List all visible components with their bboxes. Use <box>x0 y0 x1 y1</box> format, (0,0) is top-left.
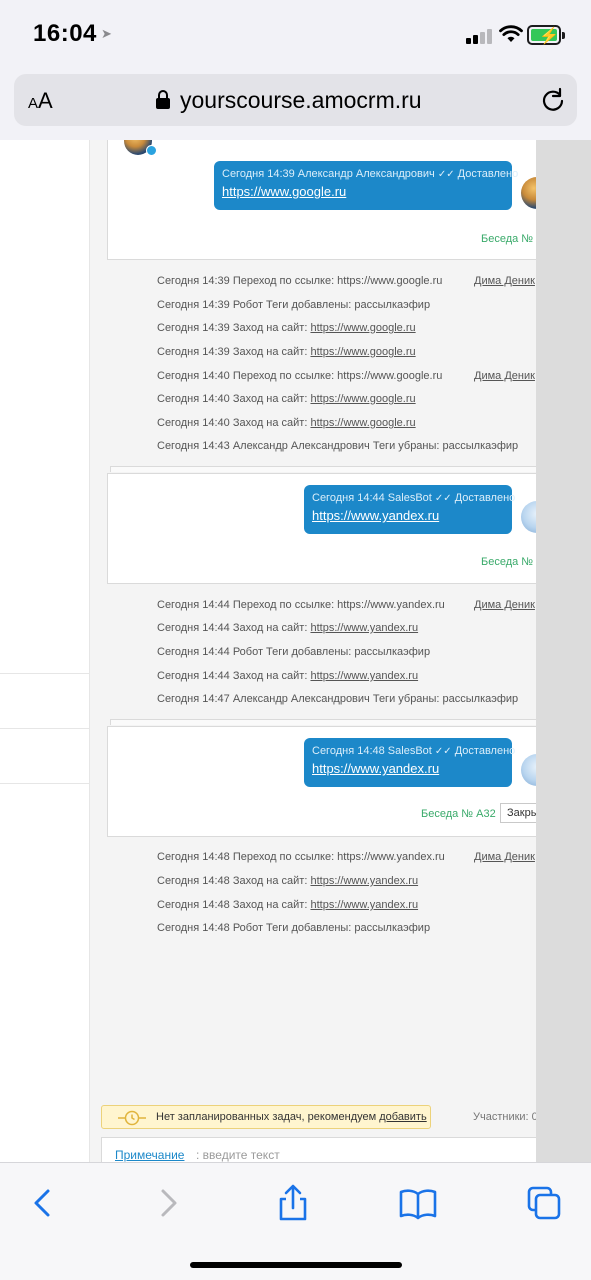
double-check-icon: ✓✓ <box>437 169 455 180</box>
event-line: Сегодня 14:40 Заход на сайт: https://www… <box>157 417 416 429</box>
event-link[interactable]: https://www.google.ru <box>310 346 415 358</box>
event-author-link[interactable]: Дима Деник <box>474 275 535 287</box>
url-text[interactable]: yourscourse.amocrm.ru <box>180 87 422 114</box>
forward-icon[interactable] <box>149 1183 189 1223</box>
double-check-icon: ✓✓ <box>434 746 452 757</box>
status-time: 16:04 <box>33 20 97 47</box>
event-link[interactable]: https://www.yandex.ru <box>310 875 418 887</box>
event-line: Сегодня 14:48 Заход на сайт: https://www… <box>157 899 419 911</box>
note-input[interactable]: Примечание : введите текст <box>101 1137 547 1162</box>
event-line: Сегодня 14:48 Переход по ссылке: https:/… <box>157 851 445 863</box>
event-link[interactable]: https://www.google.ru <box>310 322 415 334</box>
browser-address-area: AA yourscourse.amocrm.ru <box>0 68 591 140</box>
no-tasks-banner: Нет запланированных задач, рекомендуем д… <box>101 1105 431 1129</box>
cellular-signal-icon <box>466 28 492 44</box>
status-bar: 16:04 ➤ ⚡ <box>0 0 591 68</box>
note-placeholder: : введите текст <box>196 1148 280 1162</box>
event-line: Сегодня 14:44 Заход на сайт: https://www… <box>157 670 419 682</box>
message-link[interactable]: https://www.yandex.ru <box>312 508 504 523</box>
message-link[interactable]: https://www.google.ru <box>222 184 504 199</box>
event-link[interactable]: https://www.yandex.ru <box>310 899 418 911</box>
event-link[interactable]: https://www.yandex.ru <box>310 622 418 634</box>
message-card: Сегодня 14:48 SalesBot ✓✓ Доставлено htt… <box>107 726 553 837</box>
event-link[interactable]: https://www.google.ru <box>310 393 415 405</box>
message-bubble: Сегодня 14:48 SalesBot ✓✓ Доставлено htt… <box>304 738 515 787</box>
message-card: Сегодня 14:39 Александр Александрович ✓✓… <box>107 140 553 260</box>
reload-icon[interactable] <box>539 86 567 114</box>
event-line: Сегодня 14:39 Заход на сайт: https://www… <box>157 346 416 358</box>
double-check-icon: ✓✓ <box>434 493 452 504</box>
message-bubble: Сегодня 14:44 SalesBot ✓✓ Доставлено htt… <box>304 485 515 534</box>
share-icon[interactable] <box>273 1183 313 1223</box>
event-author-link[interactable]: Дима Деник <box>474 599 535 611</box>
home-indicator <box>190 1262 402 1268</box>
event-line: Сегодня 14:39 Переход по ссылке: https:/… <box>157 275 443 287</box>
event-link[interactable]: https://www.yandex.ru <box>310 670 418 682</box>
message-card: Сегодня 14:44 SalesBot ✓✓ Доставлено htt… <box>107 473 553 584</box>
event-line: Сегодня 14:39 Заход на сайт: https://www… <box>157 322 416 334</box>
activity-feed: Сегодня 14:39 Александр Александрович ✓✓… <box>90 140 553 1162</box>
tabs-icon[interactable] <box>524 1183 564 1223</box>
conversation-label[interactable]: Беседа № А <box>481 233 544 245</box>
message-link[interactable]: https://www.yandex.ru <box>312 761 504 776</box>
left-panel <box>0 140 90 1162</box>
event-link[interactable]: https://www.google.ru <box>310 417 415 429</box>
event-line: Сегодня 14:48 Заход на сайт: https://www… <box>157 875 419 887</box>
event-line: Сегодня 14:44 Переход по ссылке: https:/… <box>157 599 445 611</box>
conversation-label[interactable]: Беседа № А <box>481 556 544 568</box>
event-line: Сегодня 14:44 Заход на сайт: https://www… <box>157 622 419 634</box>
conversation-label[interactable]: Беседа № А32 <box>421 808 496 820</box>
event-line: Сегодня 14:48 Робот Теги добавлены: расс… <box>157 922 431 934</box>
wifi-icon <box>499 25 523 42</box>
location-arrow-icon: ➤ <box>101 26 112 41</box>
event-line: Сегодня 14:40 Переход по ссылке: https:/… <box>157 370 443 382</box>
event-line: Сегодня 14:47 Александр Александрович Те… <box>157 693 519 705</box>
telegram-icon <box>146 145 157 156</box>
message-bubble: Сегодня 14:39 Александр Александрович ✓✓… <box>214 161 518 210</box>
event-author-link[interactable]: Дима Деник <box>474 370 535 382</box>
back-icon[interactable] <box>22 1183 62 1223</box>
clock-icon <box>118 1110 146 1126</box>
event-line: Сегодня 14:39 Робот Теги добавлены: расс… <box>157 299 431 311</box>
add-task-link[interactable]: добавить <box>379 1111 426 1123</box>
event-line: Сегодня 14:44 Робот Теги добавлены: расс… <box>157 646 431 658</box>
participants-count[interactable]: Участники: 0 <box>473 1111 538 1123</box>
text-size-button[interactable]: AA <box>28 88 53 114</box>
right-panel-edge <box>536 140 591 1162</box>
event-line: Сегодня 14:40 Заход на сайт: https://www… <box>157 393 416 405</box>
bookmarks-icon[interactable] <box>398 1183 438 1223</box>
charging-bolt-icon: ⚡ <box>539 28 559 45</box>
battery-icon: ⚡ <box>527 25 561 45</box>
address-bar[interactable]: AA yourscourse.amocrm.ru <box>14 74 577 126</box>
event-author-link[interactable]: Дима Деник <box>474 851 535 863</box>
event-line: Сегодня 14:43 Александр Александрович Те… <box>157 440 519 452</box>
note-type-selector[interactable]: Примечание <box>115 1148 184 1162</box>
crm-page: Сегодня 14:39 Александр Александрович ✓✓… <box>0 140 591 1162</box>
lock-icon <box>156 90 170 109</box>
